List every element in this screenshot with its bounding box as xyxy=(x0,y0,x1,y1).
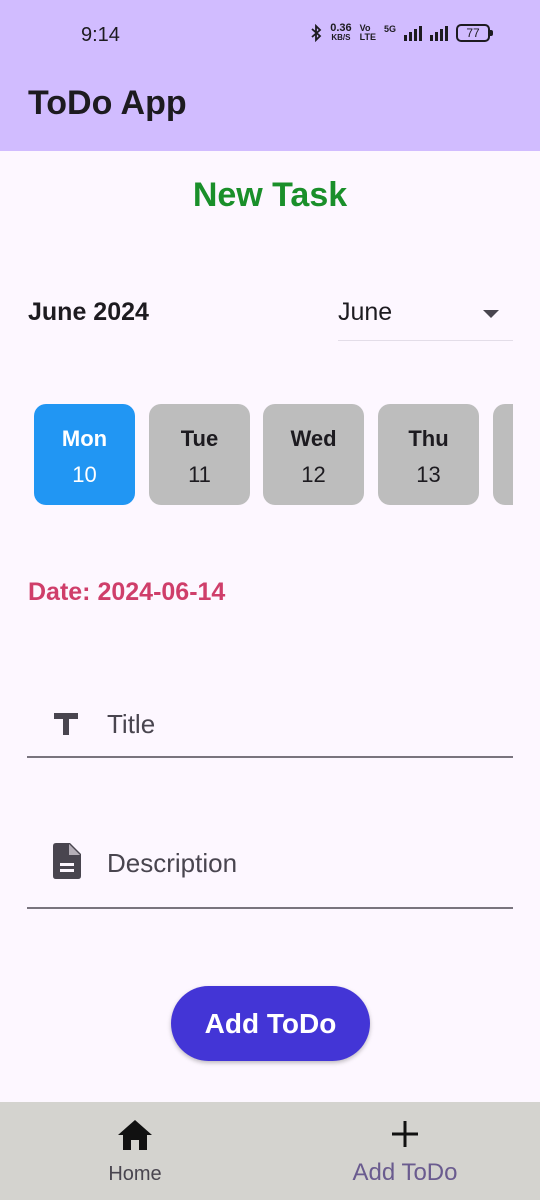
nav-item-home[interactable]: Home xyxy=(0,1102,270,1200)
month-dropdown-value: June xyxy=(338,298,393,326)
title-input[interactable] xyxy=(107,704,487,744)
status-bar: 9:14 0.36 KB/S Vo LTE 5G 77 xyxy=(0,0,540,70)
day-card[interactable] xyxy=(493,404,513,505)
status-time: 9:14 xyxy=(81,24,120,46)
bluetooth-icon xyxy=(311,24,322,42)
description-input[interactable] xyxy=(107,843,487,883)
day-name: Wed xyxy=(290,426,337,451)
app-title: ToDo App xyxy=(28,84,187,122)
day-selector[interactable]: Mon 10 Tue 11 Wed 12 Thu 13 xyxy=(34,404,513,505)
day-card[interactable]: Tue 11 xyxy=(149,404,250,505)
day-number: 11 xyxy=(188,462,211,487)
month-dropdown[interactable]: June xyxy=(338,290,513,341)
day-card[interactable]: Mon 10 xyxy=(34,404,135,505)
status-icons: 0.36 KB/S Vo LTE 5G 77 xyxy=(310,22,493,43)
text-format-icon xyxy=(53,712,79,741)
day-card[interactable]: Wed 12 xyxy=(263,404,364,505)
document-icon xyxy=(53,843,81,884)
description-field[interactable] xyxy=(27,843,513,909)
nav-label-home: Home xyxy=(108,1163,162,1185)
day-name: Mon xyxy=(61,426,108,451)
signal-icon xyxy=(404,25,422,41)
add-todo-button[interactable]: Add ToDo xyxy=(171,986,370,1061)
selected-date: Date: 2024-06-14 xyxy=(28,578,226,606)
network-type: 5G xyxy=(383,24,396,34)
net-speed: 0.36 KB/S xyxy=(330,22,352,43)
nav-label-add-todo: Add ToDo xyxy=(352,1159,458,1186)
volte-bottom: LTE xyxy=(359,32,376,42)
day-number: 12 xyxy=(301,462,326,487)
home-icon xyxy=(118,1120,152,1150)
day-name: Thu xyxy=(408,426,449,451)
volte-indicator: Vo LTE xyxy=(360,24,376,42)
battery-icon: 77 xyxy=(456,24,493,42)
net-speed-value: 0.36 xyxy=(330,22,352,34)
app-bar: ToDo App xyxy=(0,70,540,151)
bottom-navigation: Home Add ToDo xyxy=(0,1102,540,1200)
day-name: Tue xyxy=(180,426,219,451)
day-number: 10 xyxy=(72,462,97,487)
net-speed-unit: KB/S xyxy=(331,33,351,42)
signal-icon xyxy=(430,25,448,41)
day-number: 13 xyxy=(416,462,441,487)
month-year-label: June 2024 xyxy=(28,298,149,326)
nav-item-add-todo[interactable]: Add ToDo xyxy=(270,1102,540,1200)
title-field[interactable] xyxy=(27,698,513,758)
day-card[interactable]: Thu 13 xyxy=(378,404,479,505)
page-title: New Task xyxy=(192,176,348,214)
plus-icon xyxy=(392,1121,418,1147)
dropdown-arrow-icon xyxy=(483,310,499,318)
battery-level: 77 xyxy=(466,26,480,40)
